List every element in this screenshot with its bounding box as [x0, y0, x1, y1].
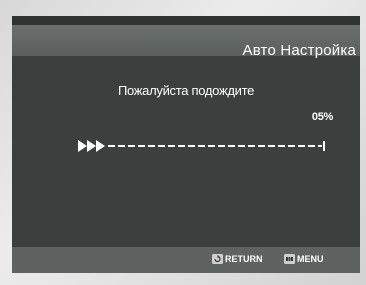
- menu-hint[interactable]: MENU: [284, 254, 324, 264]
- return-hint[interactable]: RETURN: [212, 254, 263, 264]
- page-title: Авто Настройка: [242, 42, 356, 59]
- tv-frame: Авто Настройка Пожалуйста подождите 05% …: [0, 0, 366, 285]
- wait-message: Пожалуйста подождите: [117, 83, 255, 98]
- menu-icon: [284, 254, 295, 264]
- footer-bar: RETURN MENU: [12, 247, 360, 273]
- play-arrows-icon: [78, 140, 105, 152]
- progress-end-marker: [323, 141, 325, 151]
- osd-screen: Авто Настройка Пожалуйста подождите 05% …: [12, 16, 360, 273]
- progress-bar: [78, 140, 325, 152]
- top-strip: [12, 16, 360, 25]
- header-bar: Авто Настройка: [12, 25, 360, 59]
- return-icon: [212, 254, 223, 264]
- progress-percent: 05%: [311, 111, 333, 123]
- return-label: RETURN: [225, 254, 263, 264]
- menu-label: MENU: [297, 254, 324, 264]
